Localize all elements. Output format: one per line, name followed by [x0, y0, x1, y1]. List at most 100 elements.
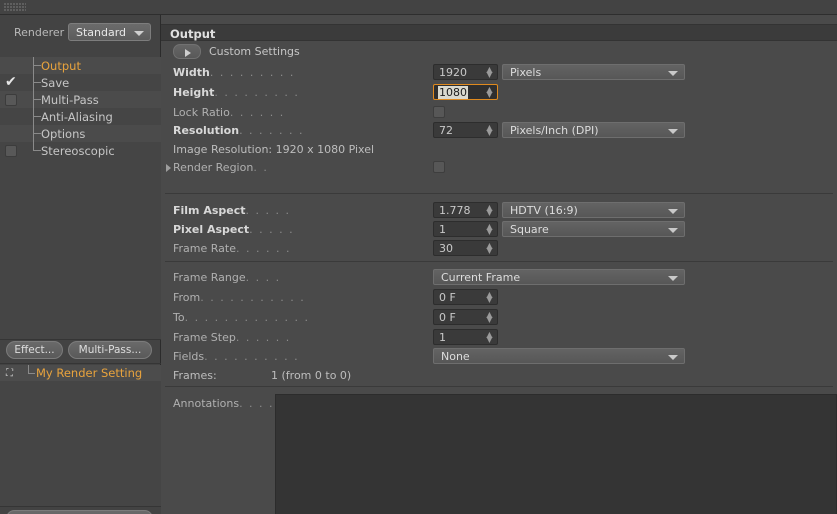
to-input[interactable]: 0 F ▲ ▼: [433, 309, 498, 325]
render-setting-button[interactable]: Render Setting...: [6, 510, 153, 514]
stepper-icon[interactable]: ▲ ▼: [486, 311, 493, 324]
sidebar-item-label: Save: [41, 76, 70, 90]
image-resolution-text: Image Resolution: 1920 x 1080 Pixel: [173, 143, 375, 156]
from-input[interactable]: 0 F ▲ ▼: [433, 289, 498, 305]
resolution-label: Resolution. . . . . . .: [173, 124, 305, 137]
custom-settings-toggle-button[interactable]: [173, 44, 201, 59]
tree-stem: [33, 150, 41, 151]
fields-value: None: [441, 350, 470, 363]
stereoscopic-checkbox[interactable]: [5, 145, 17, 157]
sidebar-item-stereoscopic[interactable]: Stereoscopic: [0, 142, 161, 159]
stepper-icon[interactable]: ▲ ▼: [486, 124, 493, 137]
tree-stem: [33, 99, 41, 100]
custom-settings-label: Custom Settings: [209, 45, 300, 58]
sidebar-item-label: Stereoscopic: [41, 144, 115, 158]
chevron-down-icon: [668, 209, 678, 214]
frame-range-dropdown[interactable]: Current Frame: [433, 269, 685, 285]
frames-value: 1 (from 0 to 0): [271, 369, 352, 382]
tree-stem: [33, 133, 41, 134]
fields-dropdown[interactable]: None: [433, 348, 685, 364]
sidebar-item-label: Multi-Pass: [41, 93, 99, 107]
stepper-icon[interactable]: ▲ ▼: [486, 291, 493, 304]
annotations-row: Annotations. . . .: [161, 394, 837, 514]
film-aspect-input[interactable]: 1.778 ▲ ▼: [433, 202, 498, 218]
divider: [0, 339, 161, 340]
resolution-row: Resolution. . . . . . . 72 ▲ ▼ Pixels/Inc…: [161, 121, 837, 140]
effect-button[interactable]: Effect...: [6, 341, 63, 359]
save-checkbox[interactable]: [5, 74, 17, 90]
width-unit-value: Pixels: [510, 66, 542, 79]
stepper-icon[interactable]: ▲ ▼: [486, 204, 493, 217]
width-input[interactable]: 1920 ▲ ▼: [433, 64, 498, 80]
annotations-textarea[interactable]: [275, 394, 837, 514]
pixel-aspect-preset-dropdown[interactable]: Square: [502, 221, 685, 237]
renderer-dropdown[interactable]: Standard: [68, 23, 151, 41]
height-input[interactable]: 1080 ▲ ▼: [433, 84, 498, 100]
resolution-value: 72: [439, 124, 453, 137]
stepper-icon[interactable]: ▲ ▼: [486, 242, 493, 255]
renderer-row: Renderer Standard: [0, 22, 161, 43]
film-aspect-row: Film Aspect. . . . . 1.778 ▲ ▼ HDTV (16:9…: [161, 201, 837, 220]
sidebar-item-multi-pass[interactable]: Multi-Pass: [0, 91, 161, 108]
renderer-value: Standard: [76, 26, 127, 39]
list-item[interactable]: ⛶ My Render Setting: [0, 365, 161, 381]
sidebar: Renderer Standard Output Save: [0, 15, 161, 514]
film-aspect-preset-value: HDTV (16:9): [510, 204, 578, 217]
pixel-aspect-label: Pixel Aspect. . . . .: [173, 223, 295, 236]
grip-dots-icon[interactable]: [4, 3, 26, 12]
image-resolution-row: Image Resolution: 1920 x 1080 Pixel: [161, 140, 837, 159]
tree-stem: [33, 116, 41, 117]
chevron-down-icon: [668, 71, 678, 76]
sidebar-item-save[interactable]: Save: [0, 74, 161, 91]
resolution-input[interactable]: 72 ▲ ▼: [433, 122, 498, 138]
to-label: To. . . . . . . . . . . . .: [173, 311, 310, 324]
frame-step-value: 1: [439, 331, 446, 344]
sidebar-item-output[interactable]: Output: [0, 57, 161, 74]
width-row: Width. . . . . . . . . 1920 ▲ ▼ Pixels: [161, 63, 837, 82]
sidebar-item-anti-aliasing[interactable]: Anti-Aliasing: [0, 108, 161, 125]
sidebar-item-label: Anti-Aliasing: [41, 110, 113, 124]
height-row: Height. . . . . . . . . 1080 ▲ ▼: [161, 83, 837, 102]
divider: [0, 363, 161, 364]
film-aspect-preset-dropdown[interactable]: HDTV (16:9): [502, 202, 685, 218]
stepper-icon[interactable]: ▲ ▼: [486, 331, 493, 344]
frame-range-value: Current Frame: [441, 271, 521, 284]
sidebar-item-options[interactable]: Options: [0, 125, 161, 142]
frame-rate-input[interactable]: 30 ▲ ▼: [433, 240, 498, 256]
stepper-icon[interactable]: ▲ ▼: [486, 223, 493, 236]
lock-ratio-checkbox[interactable]: [433, 106, 445, 118]
render-region-row[interactable]: Render Region. .: [161, 158, 837, 177]
width-label: Width. . . . . . . . .: [173, 66, 295, 79]
chevron-down-icon: [668, 276, 678, 281]
to-value: 0 F: [439, 311, 456, 324]
film-aspect-label: Film Aspect. . . . .: [173, 204, 291, 217]
width-unit-dropdown[interactable]: Pixels: [502, 64, 685, 80]
frame-step-label: Frame Step. . . . . .: [173, 331, 291, 344]
multipass-checkbox[interactable]: [5, 94, 17, 106]
sidebar-button-row: Effect... Multi-Pass...: [0, 341, 161, 361]
multi-pass-button[interactable]: Multi-Pass...: [68, 341, 152, 359]
from-row: From. . . . . . . . . . . 0 F ▲ ▼: [161, 288, 837, 307]
width-value: 1920: [439, 66, 467, 79]
panel-header: Output: [161, 24, 837, 41]
stepper-icon[interactable]: ▲ ▼: [486, 66, 493, 79]
disclosure-triangle-icon[interactable]: [166, 164, 171, 172]
tree-stem: [28, 373, 35, 374]
target-icon[interactable]: ⛶: [4, 368, 15, 379]
renderer-label: Renderer: [14, 26, 65, 39]
frame-rate-label: Frame Rate. . . . . .: [173, 242, 291, 255]
pixel-aspect-input[interactable]: 1 ▲ ▼: [433, 221, 498, 237]
stepper-icon[interactable]: ▲ ▼: [486, 86, 493, 99]
pixel-aspect-row: Pixel Aspect. . . . . 1 ▲ ▼ Square: [161, 220, 837, 239]
render-settings-list: ⛶ My Render Setting: [0, 365, 161, 506]
lock-ratio-row: Lock Ratio. . . . . .: [161, 103, 837, 122]
sidebar-footer: Render Setting...: [0, 507, 161, 514]
render-settings-window: Renderer Standard Output Save: [0, 0, 837, 514]
chevron-down-icon: [134, 31, 144, 36]
sidebar-item-label: Output: [41, 59, 81, 73]
frame-rate-row: Frame Rate. . . . . . 30 ▲ ▼: [161, 239, 837, 258]
render-region-checkbox[interactable]: [433, 161, 445, 173]
resolution-unit-dropdown[interactable]: Pixels/Inch (DPI): [502, 122, 685, 138]
frame-step-input[interactable]: 1 ▲ ▼: [433, 329, 498, 345]
section-divider: [165, 386, 833, 387]
